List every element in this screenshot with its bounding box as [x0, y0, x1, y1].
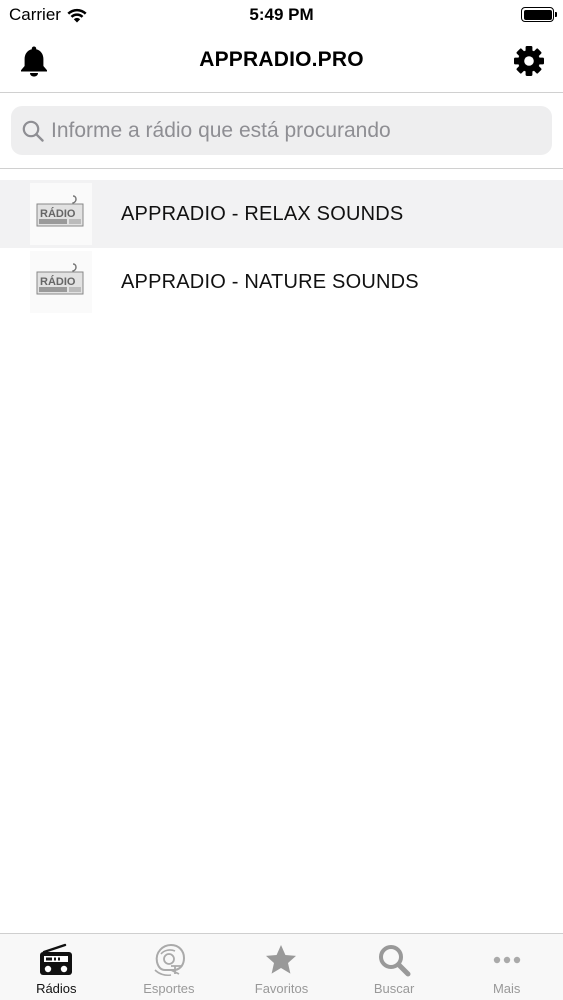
tab-esportes[interactable]: Esportes: [113, 934, 226, 1000]
svg-text:RÁDIO: RÁDIO: [40, 207, 76, 220]
station-logo: RÁDIO: [30, 183, 92, 245]
tab-label: Mais: [492, 981, 521, 996]
gear-icon: [514, 46, 544, 76]
tab-radios[interactable]: Rádios: [0, 934, 113, 1000]
tab-favoritos[interactable]: Favoritos: [225, 934, 338, 1000]
search-input[interactable]: [51, 118, 531, 143]
battery-nub: [555, 12, 557, 17]
station-name: APPRADIO - RELAX SOUNDS: [121, 202, 404, 225]
status-bar: Carrier 5:49 PM: [0, 0, 563, 30]
svg-text:RÁDIO: RÁDIO: [40, 275, 76, 288]
radio-logo-icon: RÁDIO: [36, 195, 84, 227]
navigation-bar: APPRADIO.PRO: [0, 30, 563, 93]
search-bar[interactable]: [11, 106, 552, 155]
tab-buscar[interactable]: Buscar: [338, 934, 451, 1000]
tab-label: Buscar: [373, 981, 415, 996]
magnifier-icon: [22, 120, 44, 142]
page-title: APPRADIO.PRO: [199, 48, 364, 71]
settings-button[interactable]: [512, 44, 546, 78]
search-area: [0, 94, 563, 169]
more-icon: [493, 956, 520, 964]
tab-label: Rádios: [36, 981, 77, 996]
star-icon: [266, 945, 297, 974]
tab-label: Favoritos: [254, 981, 309, 996]
tab-label: Esportes: [143, 981, 195, 996]
tab-mais[interactable]: Mais: [450, 934, 563, 1000]
station-logo: RÁDIO: [30, 251, 92, 313]
status-time: 5:49 PM: [249, 5, 314, 24]
station-row[interactable]: RÁDIO APPRADIO - NATURE SOUNDS: [0, 248, 563, 316]
radio-icon: [40, 943, 73, 975]
battery-icon: [521, 7, 557, 22]
station-name: APPRADIO - NATURE SOUNDS: [121, 270, 419, 293]
football-helmet-icon: [154, 943, 185, 977]
tab-bar: Rádios Esportes Favoritos Buscar Mais: [0, 933, 563, 1000]
search-icon: [379, 945, 411, 977]
radio-logo-icon: RÁDIO: [36, 263, 84, 295]
station-row[interactable]: RÁDIO APPRADIO - RELAX SOUNDS: [0, 180, 563, 248]
station-list: RÁDIO APPRADIO - RELAX SOUNDS RÁDIO APPR…: [0, 180, 563, 316]
battery-level: [523, 9, 552, 20]
